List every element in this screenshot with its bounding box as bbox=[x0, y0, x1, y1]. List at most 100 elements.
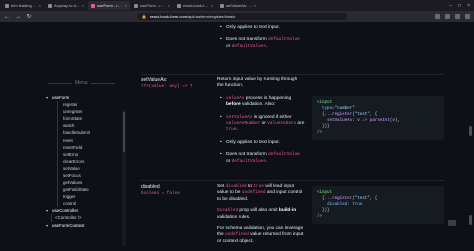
code-span: valueAs bbox=[226, 95, 245, 101]
browser-tab-bar: trim leading trailing whitespac× Anyway … bbox=[0, 0, 474, 11]
group-label: useController bbox=[52, 208, 79, 214]
sidebar-item-handlesubmit[interactable]: handleSubmit bbox=[46, 129, 126, 137]
url-path: /api/useform/register/#main bbox=[186, 14, 236, 19]
sidebar-group-useform[interactable]: ▾ useForm bbox=[46, 94, 126, 101]
sidebar-item-controller[interactable]: <Controller /> bbox=[46, 214, 126, 222]
sidebar-item-clearerrors[interactable]: clearErrors bbox=[46, 157, 126, 165]
sidebar-item-resetfield[interactable]: resetField bbox=[46, 143, 126, 151]
sidebar-item-formstate[interactable]: formState bbox=[46, 115, 126, 123]
bold-text: before bbox=[226, 102, 241, 108]
paragraph: Disabled prop will also omit build-in va… bbox=[217, 208, 305, 221]
browser-tab[interactable]: setValueAs: atoms not working× bbox=[217, 1, 259, 10]
address-bar[interactable]: 🔒 react-hook-form.com/api/useform/regist… bbox=[137, 13, 347, 20]
sidebar-item-seterror[interactable]: setError bbox=[46, 150, 126, 158]
sidebar-nav: ▾ useForm register unregister formState w… bbox=[46, 94, 126, 246]
bold-text: build-in bbox=[278, 208, 297, 214]
back-icon[interactable]: ← bbox=[4, 14, 10, 20]
lock-icon: 🔒 bbox=[141, 14, 147, 19]
sidebar-item-unregister[interactable]: unregister bbox=[46, 108, 126, 116]
favicon-icon bbox=[91, 3, 95, 8]
code-span: valueAsNumber bbox=[226, 121, 261, 127]
option-row-setvalueas: setValueAs: <T>(value: any) => T Return … bbox=[141, 74, 444, 181]
option-name: disabled bbox=[141, 184, 160, 190]
bullet-item: setValueAs is ignored if either valueAsN… bbox=[217, 115, 305, 134]
extension-icon[interactable] bbox=[445, 14, 450, 19]
sidebar-item-setfocus[interactable]: setFocus bbox=[46, 171, 126, 180]
tab-title: setValueAs: atoms not working bbox=[226, 3, 253, 8]
sidebar-item-setvalue[interactable]: setValue bbox=[46, 164, 126, 173]
bullet-item: Only applies to text input. bbox=[217, 25, 305, 32]
close-window-icon[interactable]: × bbox=[467, 3, 470, 9]
sidebar-item-trigger[interactable]: trigger bbox=[46, 193, 126, 201]
browser-tab-active[interactable]: useForm - register | React Hook× bbox=[88, 1, 130, 10]
close-icon[interactable]: × bbox=[39, 3, 41, 8]
scrollbar-marker[interactable] bbox=[469, 215, 472, 225]
sidebar-item-reset[interactable]: reset bbox=[46, 136, 126, 144]
browser-tab[interactable]: Anyway to default trim whitespac× bbox=[45, 1, 87, 10]
scroll-to-top-button[interactable] bbox=[448, 220, 456, 226]
bullet-text: validation. Also: bbox=[240, 102, 276, 108]
scrollbar-marker[interactable] bbox=[469, 126, 472, 136]
code-span: setValueAs bbox=[226, 114, 253, 120]
close-icon[interactable]: × bbox=[254, 3, 256, 8]
sidebar-item-getvalues[interactable]: getValues bbox=[46, 179, 126, 187]
sidebar-group-useformcontext[interactable]: ▾ useFormContext bbox=[46, 222, 126, 229]
code-span: undefined bbox=[241, 190, 266, 196]
menu-heading: Menu bbox=[48, 80, 126, 86]
browser-tab[interactable]: useForm - register× bbox=[131, 1, 173, 10]
lead-text: Set bbox=[217, 184, 226, 189]
bullet-text: . bbox=[265, 43, 268, 49]
favicon-icon bbox=[5, 3, 9, 8]
code-line: disabled: true bbox=[327, 203, 363, 207]
bullet-text: Does not transform bbox=[226, 37, 269, 43]
page-content: Menu ▾ useForm register unregister formSt… bbox=[0, 22, 474, 251]
browser-tab[interactable]: trim leading trailing whitespac× bbox=[2, 1, 44, 10]
bullet-item: valueAs process is happening before vali… bbox=[217, 96, 305, 109]
menu-icon[interactable] bbox=[465, 14, 470, 19]
group-label: useFormContext bbox=[52, 222, 85, 228]
menu-label: Menu bbox=[75, 80, 88, 86]
divider bbox=[48, 82, 72, 84]
tab-title: react-hook-form setValueAs bbox=[183, 3, 210, 8]
code-line: })} bbox=[317, 209, 330, 213]
sidebar-item-control[interactable]: control bbox=[46, 200, 126, 208]
page-scrollbar[interactable] bbox=[467, 22, 474, 251]
code-line: {...register("test", { bbox=[317, 113, 378, 117]
url-text: react-hook-form.com/api/useform/register… bbox=[150, 14, 235, 19]
option-name: setValueAs: bbox=[141, 77, 168, 83]
code-span: defaultValues bbox=[231, 158, 266, 164]
bullet-text: are bbox=[296, 121, 305, 127]
code-span: true bbox=[226, 127, 237, 133]
reload-icon[interactable]: ↻ bbox=[26, 13, 32, 20]
code-example[interactable]: <input {...register("test", { disabled: … bbox=[312, 186, 444, 224]
maximize-icon[interactable]: □ bbox=[458, 3, 461, 9]
code-line: <input bbox=[317, 101, 333, 105]
code-example[interactable]: <input type="number" {...register("test"… bbox=[312, 96, 444, 140]
minimize-icon[interactable]: – bbox=[449, 3, 452, 9]
bullet-item: Does not transform defaultValue or defau… bbox=[217, 37, 305, 50]
forward-icon[interactable]: → bbox=[15, 14, 21, 20]
close-icon[interactable]: × bbox=[125, 3, 127, 8]
extension-icon[interactable] bbox=[455, 14, 460, 19]
sidebar-scrollbar[interactable] bbox=[122, 110, 126, 246]
close-icon[interactable]: × bbox=[168, 3, 170, 8]
sidebar-item-getfieldstate[interactable]: getFieldState bbox=[46, 186, 126, 194]
close-icon[interactable]: × bbox=[211, 3, 213, 8]
option-row-disabled: disabled boolean = false Set disabled to… bbox=[141, 180, 444, 251]
scrollbar-thumb[interactable] bbox=[123, 112, 125, 152]
sidebar-item-register[interactable]: register bbox=[46, 101, 126, 109]
chevron-down-icon: ▾ bbox=[46, 222, 49, 228]
browser-tab[interactable]: react-hook-form setValueAs× bbox=[174, 1, 216, 10]
option-lead: Set disabled to true will lead input val… bbox=[217, 184, 305, 203]
sidebar-item-watch[interactable]: watch bbox=[46, 122, 126, 130]
tab-title: useForm - register | React Hook bbox=[97, 3, 124, 8]
extension-icon[interactable] bbox=[435, 14, 440, 19]
close-icon[interactable]: × bbox=[82, 3, 84, 8]
sidebar-menu: Menu ▾ useForm register unregister formSt… bbox=[46, 80, 126, 246]
chevron-down-icon: ▾ bbox=[46, 208, 49, 214]
favicon-icon bbox=[177, 3, 181, 8]
sidebar-group-usecontroller[interactable]: ▾ useController bbox=[46, 207, 126, 214]
browser-tools bbox=[435, 14, 470, 19]
option-lead: Return input value by running through th… bbox=[217, 77, 298, 89]
favicon-icon bbox=[48, 3, 52, 8]
